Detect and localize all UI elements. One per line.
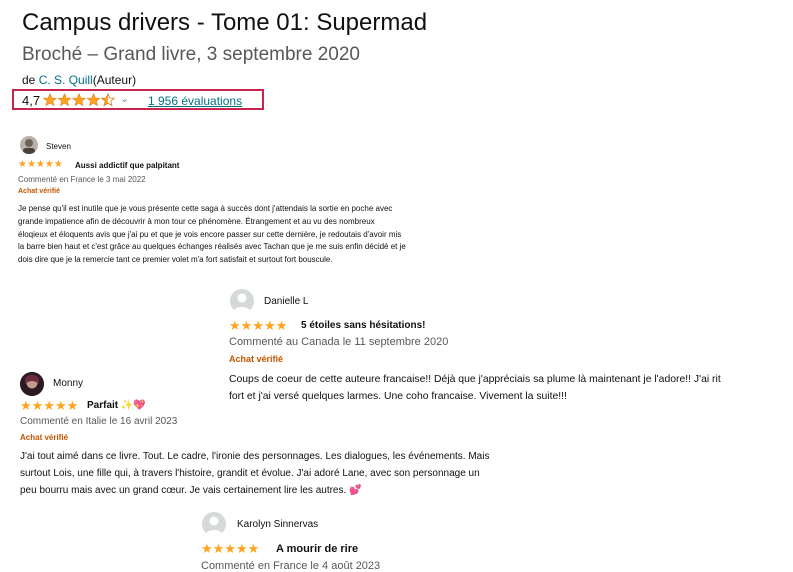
rating-stars[interactable] [43, 93, 115, 112]
review-line: Coups de coeur de cette auteure francais… [229, 374, 721, 385]
star-icon: ★ [44, 159, 54, 170]
review-line: peu bourru mais avec un grand cœur. Je v… [20, 485, 362, 496]
review-title[interactable]: Aussi addictif que palpitant [75, 161, 179, 170]
byline: de C. S. Quill(Auteur) [22, 73, 136, 87]
star-icon: ★ [20, 398, 32, 413]
review-meta: Commenté en France le 3 mai 2022 [18, 175, 146, 184]
user-avatar-icon[interactable] [20, 136, 38, 154]
by-prefix: de [22, 73, 36, 87]
star-icon: ★ [201, 541, 213, 556]
verified-badge: Achat vérifié [20, 433, 69, 442]
star-icon: ★ [26, 159, 36, 170]
ratings-count-link[interactable]: 1 956 évaluations [148, 94, 242, 108]
review-body: Coups de coeur de cette auteure francais… [229, 371, 721, 405]
star-icon: ★ [54, 398, 67, 413]
star-icon: ★ [252, 318, 264, 333]
verified-badge: Achat vérifié [229, 354, 284, 364]
review-line: surtout Lois, une fille qui, à travers l… [20, 468, 480, 479]
review-stars: ★ ★ ★ ★ ★ [20, 399, 78, 412]
review-line: éloqieux et éloquents avis que j'ai pu e… [18, 229, 402, 239]
star-icon: ★ [31, 398, 44, 413]
star-icon: ★ [247, 541, 260, 556]
product-format: Broché – Grand livre, 3 septembre 2020 [22, 44, 360, 65]
avatar-image [233, 293, 251, 313]
user-avatar-icon[interactable] [230, 289, 254, 313]
avatar-image [20, 372, 44, 396]
star-icon [86, 93, 101, 107]
half-star-icon [101, 93, 115, 107]
star-icon: ★ [263, 318, 276, 333]
review-stars: ★ ★ ★ ★ ★ [201, 542, 259, 555]
star-icon: ★ [240, 318, 253, 333]
verified-badge: Achat vérifié [18, 188, 61, 195]
author-role: (Auteur) [92, 73, 137, 87]
star-icon: ★ [212, 541, 225, 556]
review-line: fort et j'ai versé quelques larmes. Une … [229, 391, 567, 402]
avatar-image [205, 516, 223, 536]
star-icon: ★ [66, 398, 79, 413]
rating-value: 4,7 [22, 93, 41, 108]
review-body: Je pense qu'il est inutile que je vous p… [18, 203, 406, 267]
review-line: J'ai tout aimé dans ce livre. Tout. Le c… [20, 451, 490, 462]
review-line: dois dire que je la remercie tant ce pre… [18, 255, 333, 265]
user-avatar-icon[interactable] [20, 372, 44, 396]
star-icon: ★ [275, 318, 288, 333]
star-icon: ★ [43, 398, 55, 413]
product-title: Campus drivers - Tome 01: Supermad [22, 9, 428, 36]
review-meta: Commenté en France le 4 août 2023 [201, 560, 381, 572]
review-line: la barre bien haut et c'est grâce au que… [18, 242, 406, 252]
rating-stars-svg [43, 93, 115, 107]
review-body: J'ai tout aimé dans ce livre. Tout. Le c… [20, 448, 489, 499]
reviewer-name[interactable]: Steven [46, 142, 71, 151]
review-stars: ★ ★ ★ ★ ★ [229, 319, 287, 332]
user-avatar-icon[interactable] [202, 512, 226, 536]
star-icon: ★ [229, 318, 241, 333]
review-title[interactable]: 5 étoiles sans hésitations! [301, 320, 426, 331]
star-icon [57, 93, 72, 107]
review-title[interactable]: Parfait ✨💖 [87, 400, 146, 411]
review-meta: Commenté en Italie le 16 avril 2023 [20, 416, 178, 427]
star-icon: ★ [235, 541, 248, 556]
author-link[interactable]: C. S. Quill [39, 73, 93, 87]
review-title[interactable]: A mourir de rire [276, 543, 358, 555]
star-icon: ★ [224, 541, 236, 556]
reviewer-name[interactable]: Karolyn Sinnervas [237, 519, 318, 530]
chevron-down-icon[interactable]: ⌄ [120, 92, 129, 105]
star-icon: ★ [18, 159, 27, 170]
review-meta: Commenté au Canada le 11 septembre 2020 [229, 336, 449, 348]
reviewer-name[interactable]: Monny [53, 378, 83, 389]
star-icon [43, 93, 57, 107]
review-line: grande impatience afin de découvrir à mo… [18, 216, 375, 226]
star-icon [72, 93, 86, 107]
reviewer-name[interactable]: Danielle L [264, 296, 308, 307]
avatar-image [23, 139, 35, 154]
star-icon: ★ [35, 159, 45, 170]
review-stars: ★ ★ ★ ★ ★ [18, 160, 63, 170]
review-line: Je pense qu'il est inutile que je vous p… [18, 204, 393, 213]
star-icon: ★ [53, 159, 63, 170]
